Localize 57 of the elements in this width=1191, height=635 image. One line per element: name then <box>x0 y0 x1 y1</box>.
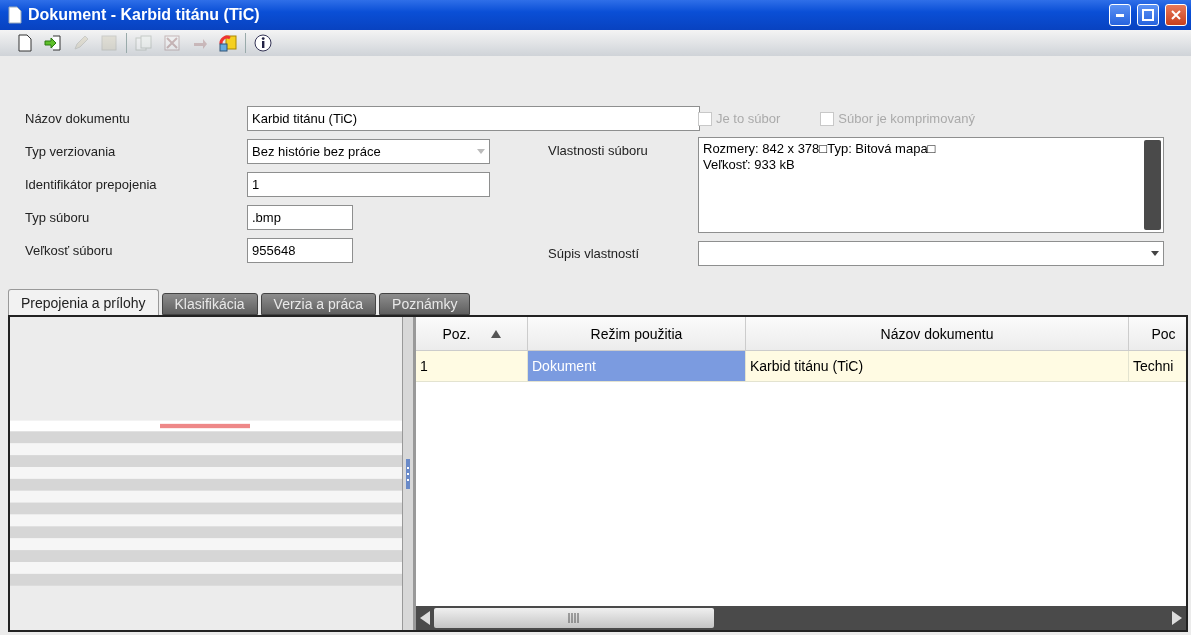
checkbox-label: Súbor je komprimovaný <box>838 110 975 128</box>
column-header[interactable]: Poz. <box>416 317 528 350</box>
field-label: Identifikátor prepojenia <box>25 176 158 194</box>
minimize-button[interactable] <box>1109 4 1131 26</box>
pencil-icon <box>73 35 89 51</box>
scroll-left-icon <box>420 611 430 625</box>
field-label: Veľkosť súboru <box>25 242 114 260</box>
input-field[interactable]: 955648 <box>247 238 353 263</box>
tab[interactable]: Prepojenia a prílohy <box>8 289 159 315</box>
refresh-icon <box>218 34 238 52</box>
property-text: Rozmery: 842 x 378□Typ: Bitová mapa□ <box>703 141 937 157</box>
tab[interactable]: Verzia a práca <box>260 293 377 315</box>
select-field[interactable]: Bez histórie bez práce <box>247 139 490 164</box>
input-field[interactable]: .bmp <box>247 205 353 230</box>
properties-text-area[interactable]: Rozmery: 842 x 378□Typ: Bitová mapa□ Veľkosť: 933 kB <box>698 137 1164 233</box>
table-row[interactable]: 1 Dokument Karbid titánu (TiC) Techni <box>416 351 1186 382</box>
field-label: Súpis vlastností <box>548 245 641 263</box>
table-cell: Dokument <box>528 351 746 381</box>
column-header[interactable]: Názov dokumentu <box>746 317 1129 350</box>
minimize-icon <box>1116 13 1124 17</box>
scrollbar[interactable] <box>1144 140 1161 230</box>
import-arrow-icon <box>43 34 63 52</box>
field-label: Vlastnosti súboru <box>548 142 649 160</box>
scroll-right-icon <box>1172 611 1182 625</box>
toolbar-button[interactable] <box>252 32 274 54</box>
new-document-icon <box>17 34 33 52</box>
grip-icon <box>406 458 410 489</box>
grip-icon <box>568 613 580 623</box>
scroll-thumb[interactable] <box>434 608 714 628</box>
field-label: Názov dokumentu <box>25 110 131 128</box>
delete-icon <box>164 35 180 51</box>
input-field[interactable]: 1 <box>247 172 490 197</box>
close-icon <box>1170 9 1182 21</box>
column-header[interactable]: Poc <box>1129 317 1186 350</box>
sort-ascending-icon <box>490 329 501 338</box>
tab[interactable]: Klasifikácia <box>161 293 258 315</box>
window-title: Dokument - Karbid titánu (TiC) <box>28 6 261 24</box>
info-icon <box>254 34 272 52</box>
maximize-button[interactable] <box>1137 4 1159 26</box>
input-field[interactable]: Karbid titánu (TiC) <box>247 106 700 131</box>
horizontal-scrollbar[interactable] <box>416 606 1186 630</box>
tab[interactable]: Poznámky <box>379 293 471 315</box>
splitter-handle[interactable] <box>402 317 414 630</box>
property-text: Veľkosť: 933 kB <box>703 157 796 173</box>
copy-icon <box>135 35 153 51</box>
table-cell: Karbid titánu (TiC) <box>746 351 1129 381</box>
dropdown-arrow-icon <box>1151 251 1159 256</box>
document-icon <box>8 6 22 24</box>
column-header[interactable]: Režim použitia <box>528 317 746 350</box>
close-button[interactable] <box>1165 4 1187 26</box>
field-label: Typ verziovania <box>25 143 117 161</box>
table-cell: Techni <box>1129 351 1186 381</box>
maximize-icon <box>1142 9 1154 21</box>
dropdown-arrow-icon <box>477 149 485 154</box>
field-label: Typ súboru <box>25 209 91 227</box>
checkbox-label: Je to súbor <box>716 110 781 128</box>
select-field[interactable] <box>698 241 1164 266</box>
